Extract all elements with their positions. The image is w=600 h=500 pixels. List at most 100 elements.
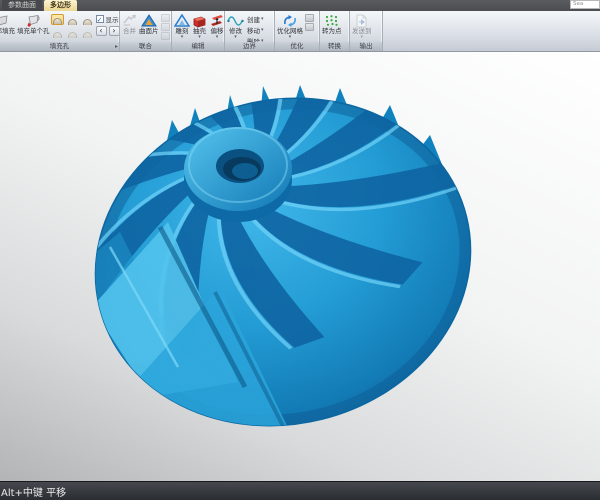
dropdown-arrow-icon: ▾	[198, 35, 201, 39]
fill-all-bucket-icon	[0, 13, 10, 28]
combine-tool-1-icon[interactable]	[161, 14, 170, 22]
fill-type-flat-button[interactable]	[81, 14, 94, 25]
dropdown-arrow-icon: ▾	[289, 35, 292, 39]
edit-group-caption: 编辑	[192, 42, 205, 50]
combine-group-caption: 联合	[139, 42, 152, 50]
tab-parametric-surface[interactable]: 参数曲面	[2, 0, 42, 11]
previous-hole-button[interactable]: ‹	[96, 26, 107, 36]
fill-type-curvature-button[interactable]	[51, 14, 64, 25]
tab-polygon[interactable]: 多边形	[44, 0, 77, 11]
ribbon-group-convert: 转为点 转换	[320, 11, 350, 51]
create-boundary-label: 创建	[247, 14, 260, 24]
group-label-output: 输出	[350, 42, 382, 51]
show-fill-checkbox[interactable]: ✓ 显示填充	[96, 14, 120, 24]
points-grid-icon	[324, 13, 339, 28]
dropdown-arrow-icon: ▾	[234, 35, 237, 39]
shell-icon	[192, 13, 207, 28]
boundary-content: 修改 ▾ 创建▾ 移动▾ 删除▾	[225, 11, 274, 42]
convert-to-points-label: 转为点	[322, 28, 342, 35]
sculpt-button[interactable]: 雕刻 ▾	[173, 12, 191, 39]
dropdown-arrow-icon: ▾	[216, 35, 219, 39]
merge-icon	[122, 13, 137, 28]
optimize-arrows-icon	[282, 13, 298, 28]
group-label-convert: 转换	[320, 42, 349, 51]
fill-holes-content: 全部填充 填充单个孔	[0, 11, 119, 42]
modify-boundary-button[interactable]: 修改 ▾	[226, 12, 245, 39]
fill-single-hole-label: 填充单个孔	[17, 28, 50, 35]
dropdown-arrow-icon: ▾	[261, 16, 264, 22]
surface-patch-button[interactable]: 曲面片	[138, 12, 160, 35]
fill-type-tangent-button[interactable]	[66, 14, 79, 25]
next-hole-button[interactable]: ›	[109, 26, 120, 36]
optimize-content: 优化网格 ▾	[275, 11, 319, 42]
arch-curvature-icon	[53, 18, 62, 24]
move-boundary-button[interactable]: 移动▾	[247, 25, 264, 35]
group-label-edit: 编辑	[172, 42, 224, 51]
convert-group-caption: 转换	[328, 42, 341, 50]
dropdown-arrow-icon: ▾	[181, 35, 184, 39]
impeller-hub	[184, 127, 292, 222]
fill-holes-group-caption: 填充孔	[50, 42, 70, 50]
bridge-type-3-button[interactable]	[81, 27, 94, 38]
sculpt-icon	[174, 13, 190, 28]
shell-button[interactable]: 抽壳 ▾	[191, 12, 208, 39]
group-label-fill-holes: 填充孔 ▸	[0, 42, 119, 51]
arch-bridge2-icon	[68, 32, 77, 38]
boundary-group-caption: 边界	[243, 42, 256, 50]
arch-tangent-icon	[68, 19, 77, 25]
optimize-group-caption: 优化	[291, 42, 304, 50]
bridge-type-1-button[interactable]	[51, 27, 64, 38]
merge-label: 合并	[123, 28, 136, 35]
dropdown-arrow-icon: ▾	[360, 35, 363, 39]
fill-all-button[interactable]: 全部填充	[0, 12, 16, 35]
offset-icon	[209, 13, 224, 28]
merge-button[interactable]: 合并	[121, 12, 138, 35]
create-boundary-button[interactable]: 创建▾	[247, 14, 264, 24]
ribbon-group-combine: 合并 曲面片 联合	[120, 11, 172, 51]
bridge-type-2-button[interactable]	[66, 27, 79, 38]
convert-to-points-button[interactable]: 转为点	[321, 12, 343, 35]
edit-content: 雕刻 ▾ 抽壳 ▾ 偏移 ▾	[172, 11, 224, 42]
fill-type-row-top	[51, 14, 94, 25]
fill-single-hole-button[interactable]: 填充单个孔	[16, 12, 51, 35]
combine-tool-2-icon[interactable]	[161, 23, 170, 31]
fill-type-row-bottom	[51, 27, 94, 38]
status-hint: Alt+中键 平移	[0, 484, 66, 499]
group-label-combine: 联合	[120, 42, 171, 51]
application-window: 参数曲面 多边形 Sea 全部填充 填充单个孔	[0, 0, 600, 500]
refine-icon[interactable]	[305, 23, 314, 31]
fill-holes-right-column: ✓ 显示填充 ‹ ›	[94, 12, 120, 36]
impeller-blades	[0, 52, 511, 465]
surface-patch-icon	[141, 13, 157, 28]
combine-small-tools	[160, 12, 170, 40]
viewport-3d[interactable]	[0, 52, 600, 481]
ribbon-group-edit: 雕刻 ▾ 抽壳 ▾ 偏移 ▾ 编辑	[172, 11, 225, 51]
arch-bridge1-icon	[53, 32, 62, 38]
optimize-mesh-button[interactable]: 优化网格 ▾	[276, 12, 304, 39]
group-label-boundary: 边界	[225, 42, 274, 51]
send-to-button[interactable]: 发送到 ▾	[351, 12, 373, 39]
show-fill-label: 显示填充	[106, 14, 120, 24]
boundary-stack: 创建▾ 移动▾ 删除▾	[245, 12, 264, 42]
ribbon-group-output: 发送到 ▾ 输出	[350, 11, 383, 51]
wave-icon	[227, 13, 244, 28]
dialog-launcher-icon[interactable]: ▸	[115, 43, 118, 50]
impeller-mesh-model[interactable]	[0, 52, 600, 481]
search-box[interactable]: Sea	[570, 0, 600, 9]
dropdown-arrow-icon: ▾	[261, 27, 264, 33]
combine-tool-3-icon[interactable]	[161, 32, 170, 40]
hole-nav-buttons: ‹ ›	[96, 26, 120, 36]
simplify-icon[interactable]	[305, 14, 314, 22]
send-to-label: 发送到	[352, 28, 372, 35]
convert-content: 转为点	[320, 11, 349, 42]
group-label-optimize: 优化	[275, 42, 319, 51]
paint-bucket-icon	[25, 13, 41, 28]
checkbox-check-icon: ✓	[96, 15, 104, 23]
move-boundary-label: 移动	[247, 25, 260, 35]
send-page-icon	[355, 13, 368, 28]
output-content: 发送到 ▾	[350, 11, 382, 42]
fill-all-label: 全部填充	[0, 28, 15, 35]
optimize-small-tools	[304, 12, 314, 31]
offset-button[interactable]: 偏移 ▾	[208, 12, 224, 39]
status-bar: Alt+中键 平移	[0, 481, 600, 500]
